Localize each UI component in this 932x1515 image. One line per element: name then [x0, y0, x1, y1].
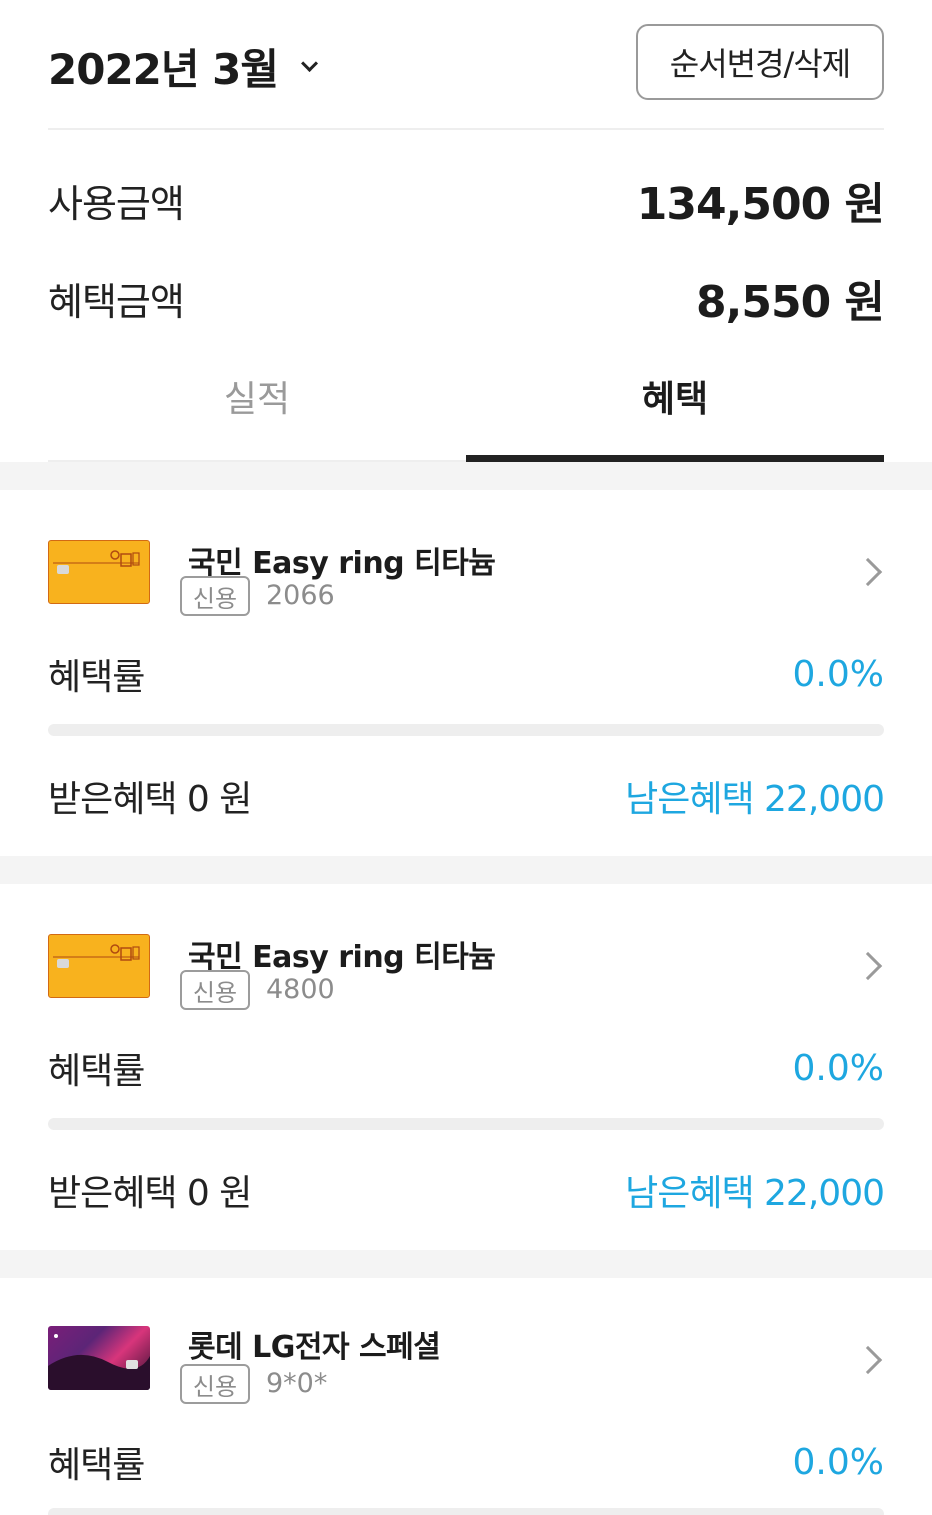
benefit-rate-value: 0.0% [792, 1047, 884, 1089]
card-number: 9*0* [266, 1368, 328, 1399]
benefit-rate-row: 혜택률 0.0% [48, 1436, 884, 1488]
card-type-badge: 신용 [180, 970, 250, 1010]
remaining-benefit: 남은혜택 22,000 [625, 1173, 885, 1214]
month-selector[interactable]: 2022년 3월 [48, 36, 319, 97]
benefit-rate-row: 혜택률 0.0% [48, 648, 884, 700]
usage-value: 134,500 원 [636, 179, 885, 230]
benefit-progress-bar [48, 1118, 884, 1130]
benefit-rate-value: 0.0% [792, 1441, 884, 1483]
benefit-progress-bar [48, 724, 884, 736]
section-divider [0, 462, 932, 490]
card-benefit-item: 롯데 LG전자 스페셜 신용 9*0* 혜택률 0.0% [0, 1278, 932, 1515]
card-benefit-item: 국민 Easy ring 티타늄 신용 4800 혜택률 0.0% 받은혜택 0… [0, 884, 932, 1250]
received-benefit: 받은혜택 0 원 [48, 779, 252, 820]
card-image [48, 1326, 150, 1390]
benefit-summary-label: 혜택금액 [48, 279, 185, 324]
card-type-badge: 신용 [180, 1364, 250, 1404]
card-name: 롯데 LG전자 스페셜 [188, 1330, 441, 1365]
usage-label: 사용금액 [48, 181, 185, 226]
remaining-benefit: 남은혜택 22,000 [625, 779, 885, 820]
chevron-right-icon [853, 951, 883, 981]
benefit-rate-row: 혜택률 0.0% [48, 1042, 884, 1094]
card-image [48, 934, 150, 998]
card-art-icon [53, 944, 140, 968]
benefit-progress-bar [48, 1508, 884, 1515]
reorder-delete-button[interactable]: 순서변경/삭제 [636, 24, 884, 100]
card-number: 4800 [266, 974, 335, 1005]
benefit-summary-value: 8,550 원 [696, 277, 885, 328]
chevron-down-icon [301, 54, 319, 72]
card-number: 2066 [266, 580, 335, 611]
card-image [48, 540, 150, 604]
received-benefit: 받은혜택 0 원 [48, 1173, 252, 1214]
benefit-rate-label: 혜택률 [48, 1051, 145, 1092]
tab-performance[interactable]: 실적 [48, 350, 466, 460]
month-label: 2022년 3월 [48, 45, 279, 94]
section-divider [0, 856, 932, 884]
card-art-icon [53, 550, 140, 574]
card-benefit-item: 국민 Easy ring 티타늄 신용 2066 혜택률 0.0% 받은혜택 0… [0, 490, 932, 856]
section-divider [0, 1250, 932, 1278]
chevron-right-icon [853, 1345, 883, 1375]
card-header[interactable]: 롯데 LG전자 스페셜 신용 9*0* [48, 1308, 884, 1428]
benefit-summary-row: 혜택금액 8,550 원 [48, 266, 885, 330]
benefit-detail-row: 받은혜택 0 원 남은혜택 22,000 [48, 770, 885, 822]
tab-bar: 실적 혜택 [48, 350, 884, 462]
card-header[interactable]: 국민 Easy ring 티타늄 신용 4800 [48, 914, 884, 1034]
benefit-rate-value: 0.0% [792, 653, 884, 695]
header: 2022년 3월 순서변경/삭제 [48, 0, 884, 130]
card-header[interactable]: 국민 Easy ring 티타늄 신용 2066 [48, 520, 884, 640]
card-type-badge: 신용 [180, 576, 250, 616]
benefit-detail-row: 받은혜택 0 원 남은혜택 22,000 [48, 1164, 885, 1216]
benefit-rate-label: 혜택률 [48, 1445, 145, 1486]
benefit-rate-label: 혜택률 [48, 657, 145, 698]
usage-row: 사용금액 134,500 원 [48, 168, 885, 232]
card-art-icon [48, 1334, 150, 1390]
tab-benefits[interactable]: 혜택 [466, 350, 884, 462]
chevron-right-icon [853, 557, 883, 587]
